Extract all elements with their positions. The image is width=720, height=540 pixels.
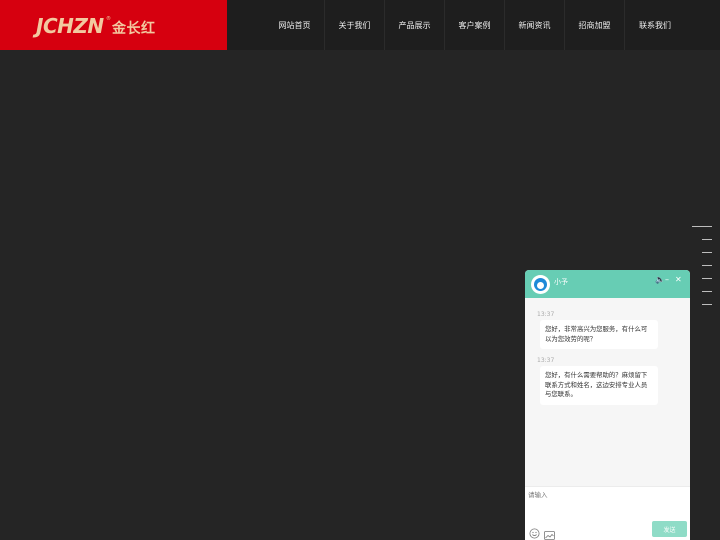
nav-item-about[interactable]: 关于我们 (325, 0, 385, 50)
message-bubble: 您好，非常高兴为您服务，有什么可以为您效劳的呢？ (540, 320, 658, 349)
logo-chinese-name: 金长红 (112, 21, 156, 37)
nav-item-news[interactable]: 新闻资讯 (505, 0, 565, 50)
logo[interactable]: JCHZN ® 金长红 (0, 0, 227, 50)
site-header: JCHZN ® 金长红 网站首页 关于我们 产品展示 客户案例 新闻资讯 招商加… (0, 0, 720, 50)
nav-item-contact[interactable]: 联系我们 (625, 0, 685, 50)
emoji-icon[interactable] (529, 524, 540, 540)
agent-name: 小予 (554, 278, 568, 286)
nav-item-franchise[interactable]: 招商加盟 (565, 0, 625, 50)
chat-input-area: 发送 (525, 486, 690, 540)
message-timestamp: 13:37 (537, 357, 555, 364)
chat-window: 小予 🔈 – ✕ 13:37 您好，非常高兴为您服务，有什么可以为您效劳的呢？ … (525, 270, 690, 540)
slide-indicator-dash[interactable] (702, 278, 712, 279)
close-icon[interactable]: ✕ (675, 276, 682, 284)
chat-header: 小予 🔈 – ✕ (525, 270, 690, 298)
minimize-icon[interactable]: – (665, 276, 669, 284)
send-button[interactable]: 发送 (652, 521, 687, 537)
slide-indicator-dash[interactable] (702, 252, 712, 253)
image-upload-icon[interactable] (544, 525, 555, 540)
avatar-face-icon (534, 278, 547, 291)
slide-indicator-dash-active[interactable] (692, 226, 712, 227)
message-bubble: 您好，有什么需要帮助的？麻烦留下联系方式和姓名，这边安排专业人员与您联系。 (540, 366, 658, 405)
logo-wordmark: JCHZN (36, 14, 104, 38)
slide-indicator (690, 226, 712, 317)
slide-indicator-dash[interactable] (702, 304, 712, 305)
main-nav: 网站首页 关于我们 产品展示 客户案例 新闻资讯 招商加盟 联系我们 (265, 0, 685, 50)
message-input[interactable] (528, 491, 668, 499)
nav-item-cases[interactable]: 客户案例 (445, 0, 505, 50)
slide-indicator-dash[interactable] (702, 239, 712, 240)
registered-mark: ® (106, 16, 111, 22)
slide-indicator-dash[interactable] (702, 265, 712, 266)
nav-item-home[interactable]: 网站首页 (265, 0, 325, 50)
message-list: 13:37 您好，非常高兴为您服务，有什么可以为您效劳的呢？ 13:37 您好，… (525, 298, 690, 486)
agent-avatar (531, 275, 550, 294)
slide-indicator-dash[interactable] (702, 291, 712, 292)
nav-item-products[interactable]: 产品展示 (385, 0, 445, 50)
message-timestamp: 13:37 (537, 311, 555, 318)
speaker-icon[interactable]: 🔈 (655, 276, 665, 284)
